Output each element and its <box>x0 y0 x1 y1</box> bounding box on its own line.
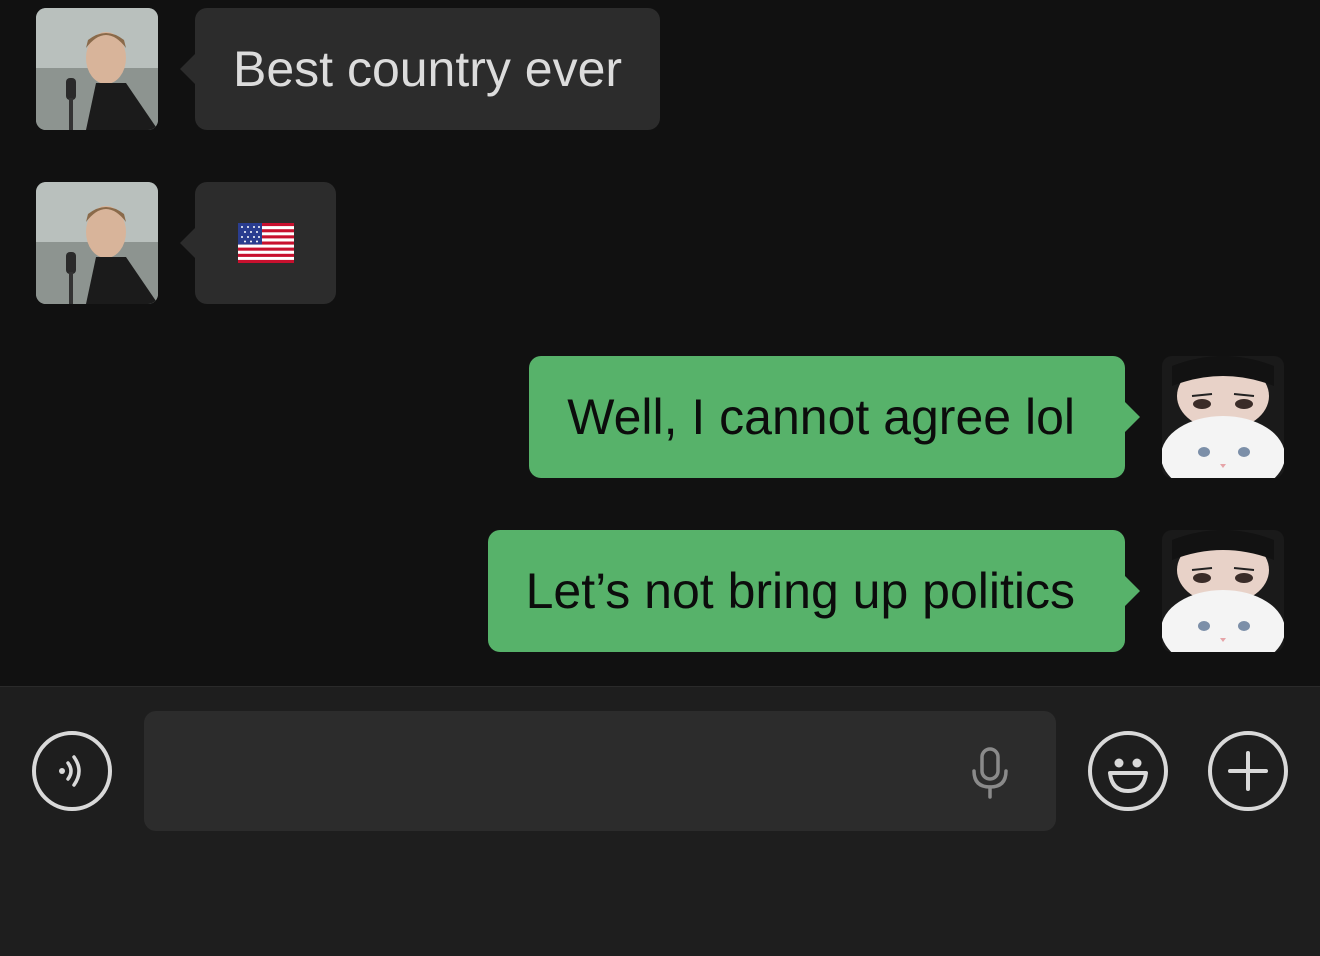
contact-avatar[interactable] <box>36 8 158 130</box>
message-text: Well, I cannot agree lol <box>567 389 1075 445</box>
message-row-outgoing: Well, I cannot agree lol <box>529 356 1284 478</box>
voice-input-icon <box>50 749 94 793</box>
message-row-incoming: Best country ever <box>36 8 661 130</box>
chat-messages-area: Best country ever Well, I cannot agree l… <box>0 0 1320 686</box>
microphone-icon[interactable] <box>968 747 1012 809</box>
message-bubble[interactable] <box>180 182 336 304</box>
more-options-button[interactable] <box>1208 731 1288 811</box>
message-composer <box>0 686 1320 956</box>
message-input[interactable] <box>144 711 1056 831</box>
message-text: Let’s not bring up politics <box>525 563 1075 619</box>
smiley-icon <box>1098 741 1158 801</box>
message-text: Best country ever <box>233 41 623 97</box>
message-row-incoming <box>36 182 336 304</box>
message-bubble[interactable]: Let’s not bring up politics <box>487 530 1141 652</box>
message-row-outgoing: Let’s not bring up politics <box>487 530 1284 652</box>
voice-toggle-button[interactable] <box>32 731 112 811</box>
contact-avatar[interactable] <box>36 182 158 304</box>
us-flag-emoji <box>237 223 294 263</box>
my-avatar[interactable] <box>1162 530 1284 652</box>
my-avatar[interactable] <box>1162 356 1284 478</box>
plus-icon <box>1224 747 1272 795</box>
emoji-button[interactable] <box>1088 731 1168 811</box>
message-bubble[interactable]: Best country ever <box>179 8 661 130</box>
message-bubble[interactable]: Well, I cannot agree lol <box>529 356 1140 478</box>
